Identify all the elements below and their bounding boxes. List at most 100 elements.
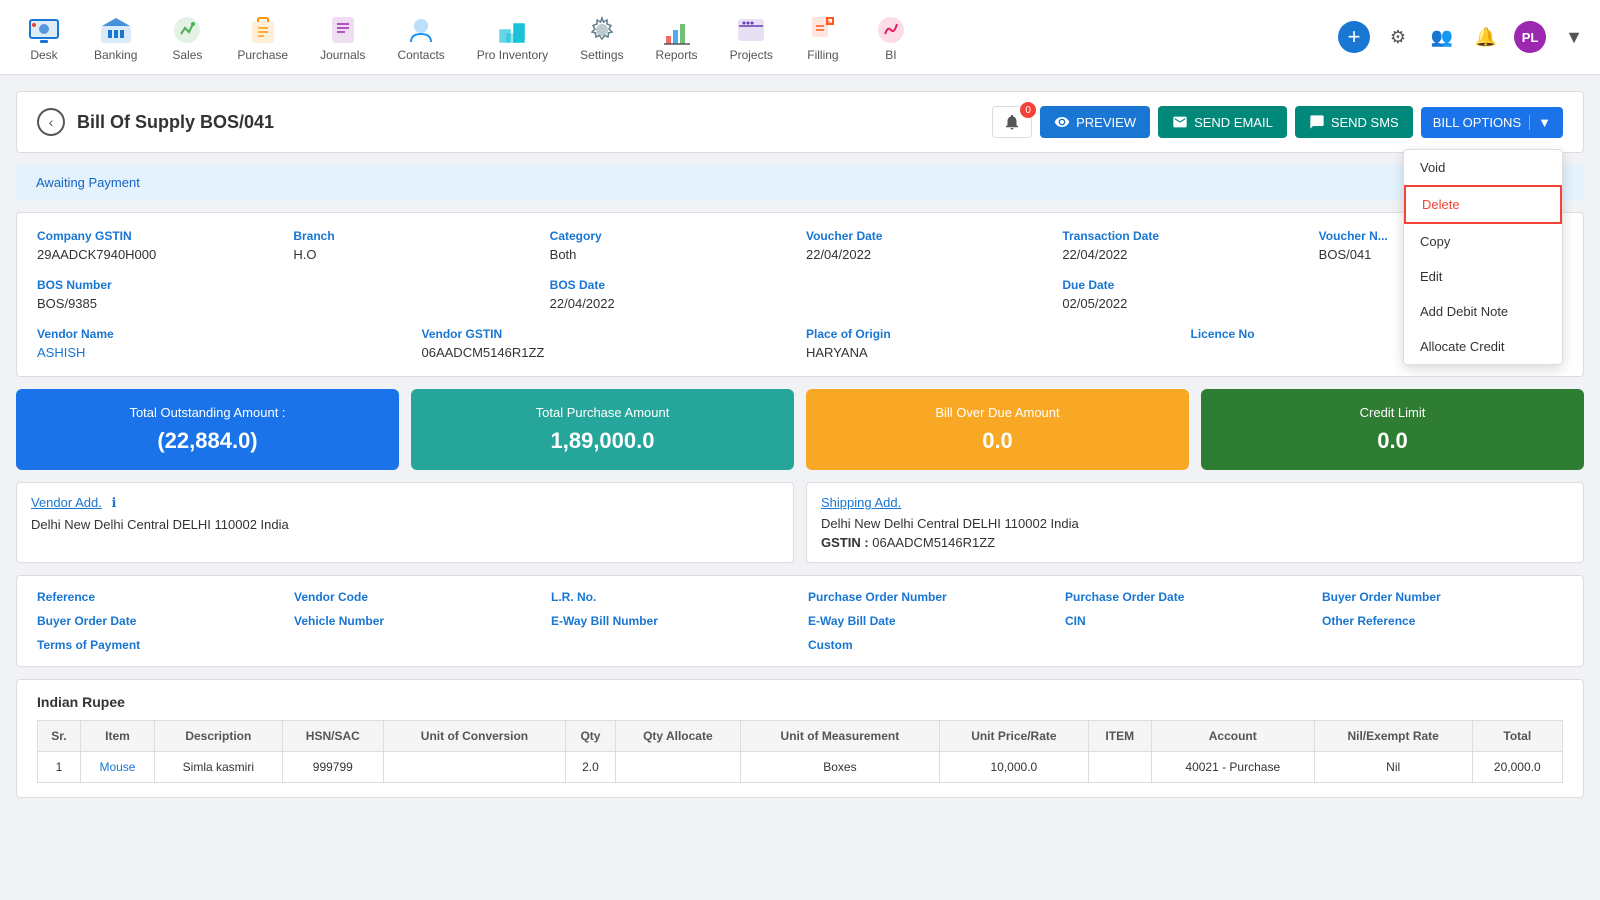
summary-cards: Total Outstanding Amount : (22,884.0) To… — [16, 389, 1584, 470]
send-sms-label: SEND SMS — [1331, 115, 1399, 130]
add-button[interactable]: + — [1338, 21, 1370, 53]
send-email-button[interactable]: SEND EMAIL — [1158, 106, 1287, 138]
desk-icon — [26, 12, 62, 48]
buyer-order-number-label: Buyer Order Number — [1322, 590, 1563, 604]
user-avatar[interactable]: PL — [1514, 21, 1546, 53]
banking-icon — [98, 12, 134, 48]
addresses-section: Vendor Add. ℹ Delhi New Delhi Central DE… — [16, 482, 1584, 563]
bill-overdue-card: Bill Over Due Amount 0.0 — [806, 389, 1189, 470]
vendor-code-label: Vendor Code — [294, 590, 535, 604]
dropdown-item-void[interactable]: Void — [1404, 150, 1562, 185]
place-of-origin-field: Place of Origin HARYANA — [806, 327, 1179, 360]
cell-description: Simla kasmiri — [155, 752, 283, 783]
expand-icon[interactable]: ▼ — [1558, 21, 1590, 53]
bill-options-button[interactable]: BILL OPTIONS ▼ — [1421, 107, 1563, 138]
credit-limit-title: Credit Limit — [1217, 405, 1568, 420]
dropdown-item-edit[interactable]: Edit — [1404, 259, 1562, 294]
bill-overdue-title: Bill Over Due Amount — [822, 405, 1173, 420]
contacts-nav-icon[interactable]: 👥 — [1426, 21, 1458, 53]
vendor-info-grid: Vendor Name ASHISH Vendor GSTIN 06AADCM5… — [37, 327, 1563, 360]
shipping-gstin-label: GSTIN : — [821, 535, 869, 550]
cell-sr: 1 — [38, 752, 81, 783]
nav-right-actions: + ⚙ 👥 🔔 PL ▼ — [1338, 21, 1590, 53]
col-qty: Qty — [565, 721, 615, 752]
eway-bill-number-field: E-Way Bill Number — [551, 614, 792, 628]
pro-inventory-label: Pro Inventory — [477, 48, 548, 62]
lr-no-label: L.R. No. — [551, 590, 792, 604]
shipping-add-text: Delhi New Delhi Central DELHI 110002 Ind… — [821, 516, 1569, 531]
bi-icon — [873, 12, 909, 48]
back-button[interactable]: ‹ — [37, 108, 65, 136]
eway-bill-number-label: E-Way Bill Number — [551, 614, 792, 628]
send-sms-button[interactable]: SEND SMS — [1295, 106, 1413, 138]
other-reference-field: Other Reference — [1322, 614, 1563, 628]
notification-button[interactable]: 0 — [992, 106, 1032, 138]
vendor-name-field: Vendor Name ASHISH — [37, 327, 410, 360]
nav-item-contacts[interactable]: Contacts — [381, 4, 460, 70]
custom-field: Custom — [808, 638, 1563, 652]
purchase-label: Purchase — [237, 48, 288, 62]
po-date-label: Purchase Order Date — [1065, 590, 1306, 604]
sales-label: Sales — [172, 48, 202, 62]
purchase-icon — [245, 12, 281, 48]
nav-item-banking[interactable]: Banking — [78, 4, 153, 70]
dropdown-item-allocate-credit[interactable]: Allocate Credit — [1404, 329, 1562, 364]
transaction-date-label: Transaction Date — [1062, 229, 1306, 243]
col-unit-measurement: Unit of Measurement — [740, 721, 939, 752]
total-outstanding-card: Total Outstanding Amount : (22,884.0) — [16, 389, 399, 470]
shipping-gstin-value: 06AADCM5146R1ZZ — [872, 535, 995, 550]
dropdown-item-delete[interactable]: Delete — [1404, 185, 1562, 224]
voucher-date-label: Voucher Date — [806, 229, 1050, 243]
preview-button[interactable]: PREVIEW — [1040, 106, 1150, 138]
cell-item[interactable]: Mouse — [80, 752, 154, 783]
col-description: Description — [155, 721, 283, 752]
company-gstin-label: Company GSTIN — [37, 229, 281, 243]
preview-label: PREVIEW — [1076, 115, 1136, 130]
vendor-add-text: Delhi New Delhi Central DELHI 110002 Ind… — [31, 517, 779, 532]
nav-item-desk[interactable]: Desk — [10, 4, 78, 70]
nav-item-reports[interactable]: Reports — [640, 4, 714, 70]
nav-item-pro-inventory[interactable]: Pro Inventory — [461, 4, 564, 70]
po-number-field: Purchase Order Number — [808, 590, 1049, 604]
reference-label: Reference — [37, 590, 278, 604]
items-table: Sr. Item Description HSN/SAC Unit of Con… — [37, 720, 1563, 783]
branch-field: Branch H.O — [293, 229, 537, 262]
status-bar: Awaiting Payment — [16, 165, 1584, 200]
vendor-name-label: Vendor Name — [37, 327, 410, 341]
branch-label: Branch — [293, 229, 537, 243]
nav-item-settings[interactable]: Settings — [564, 4, 639, 70]
nav-item-projects[interactable]: Projects — [714, 4, 789, 70]
category-label: Category — [550, 229, 794, 243]
reference-field: Reference — [37, 590, 278, 604]
col-item-col: ITEM — [1088, 721, 1151, 752]
lr-no-field: L.R. No. — [551, 590, 792, 604]
cell-qty-allocate — [615, 752, 740, 783]
nav-item-sales[interactable]: Sales — [153, 4, 221, 70]
settings-nav-icon[interactable]: ⚙ — [1382, 21, 1414, 53]
header-actions: 0 PREVIEW SEND EMAIL SEND SMS BILL OPTIO… — [992, 106, 1563, 138]
nav-item-bi[interactable]: BI — [857, 4, 925, 70]
custom-label: Custom — [808, 638, 1563, 652]
dropdown-item-copy[interactable]: Copy — [1404, 224, 1562, 259]
cin-field: CIN — [1065, 614, 1306, 628]
shipping-add-link[interactable]: Shipping Add. — [821, 495, 901, 510]
branch-value: H.O — [293, 247, 537, 262]
notifications-icon[interactable]: 🔔 — [1470, 21, 1502, 53]
vendor-code-field: Vendor Code — [294, 590, 535, 604]
bell-badge-wrapper: 0 — [992, 106, 1032, 138]
filling-label: Filling — [807, 48, 838, 62]
email-icon — [1172, 114, 1188, 130]
col-unit-price: Unit Price/Rate — [939, 721, 1088, 752]
contacts-icon — [403, 12, 439, 48]
total-purchase-title: Total Purchase Amount — [427, 405, 778, 420]
sms-icon — [1309, 114, 1325, 130]
bos-date-value: 22/04/2022 — [550, 296, 1051, 311]
nav-item-journals[interactable]: Journals — [304, 4, 381, 70]
cell-account: 40021 - Purchase — [1151, 752, 1314, 783]
cin-label: CIN — [1065, 614, 1306, 628]
dropdown-item-add-debit-note[interactable]: Add Debit Note — [1404, 294, 1562, 329]
nav-item-filling[interactable]: Filling — [789, 4, 857, 70]
nav-item-purchase[interactable]: Purchase — [221, 4, 304, 70]
vendor-add-link[interactable]: Vendor Add. — [31, 495, 102, 510]
main-content: ‹ Bill Of Supply BOS/041 0 PREVIEW SEND … — [0, 75, 1600, 814]
